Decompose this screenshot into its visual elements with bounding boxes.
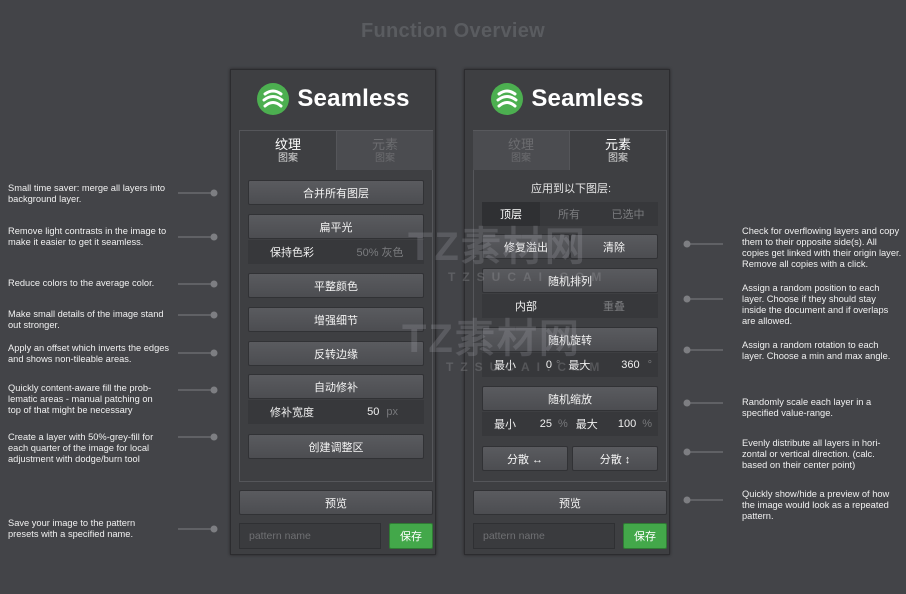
scale-max-value[interactable]: 100 — [618, 418, 636, 430]
scope-selected[interactable]: 已选中 — [598, 202, 658, 226]
tab-sublabel: 图案 — [608, 153, 628, 164]
create-adjust-button[interactable]: 创建调整区 — [248, 434, 424, 459]
logo: Seamless — [231, 82, 435, 116]
tab-sublabel: 图案 — [278, 153, 298, 164]
note-flatten: Remove light contrasts in the image to m… — [8, 226, 167, 247]
rot-max-value[interactable]: 360 — [621, 359, 639, 371]
brand-name: Seamless — [531, 85, 644, 112]
scale-min-value[interactable]: 25 — [534, 418, 552, 430]
tab-label: 元素 — [371, 137, 398, 152]
patch-width-label: 修补宽度 — [270, 407, 314, 419]
note-distribute: Evenly distribute all layers in hori-zon… — [742, 438, 881, 470]
watermark-subtext: TZSUCAI.COM — [446, 360, 607, 374]
note-random-scale: Randomly scale each layer in a specified… — [742, 397, 872, 418]
pattern-name-input[interactable]: pattern name — [239, 523, 381, 549]
watermark-text: TZ素材网 — [408, 225, 587, 269]
save-button[interactable]: 保存 — [623, 523, 667, 549]
random-scale-button[interactable]: 随机缩放 — [482, 386, 658, 411]
seamless-logo-icon — [491, 83, 524, 115]
scale-max-label: 最大 — [575, 419, 598, 431]
mode-tabs: 纹理 图案 元素 图案 — [239, 130, 433, 170]
apply-to-label: 应用到以下图层: — [530, 183, 612, 195]
scale-max-unit: % — [642, 418, 652, 430]
keep-color-toggle[interactable]: 保持色彩 — [248, 244, 336, 260]
tab-label: 元素 — [604, 137, 631, 152]
rot-max-unit: ° — [647, 359, 652, 371]
invert-edges-button[interactable]: 反转边缘 — [248, 341, 424, 366]
tab-sublabel: 图案 — [511, 153, 531, 164]
note-random-rotation: Assign a random rotation to each layer. … — [742, 340, 891, 361]
tab-label: 纹理 — [274, 137, 301, 152]
distribute-vertical-button[interactable]: 分散 ↕ — [572, 446, 658, 471]
overview-canvas: Function Overview Small time saver: merg… — [0, 0, 906, 594]
seamless-logo-icon — [257, 83, 290, 115]
save-button[interactable]: 保存 — [389, 523, 433, 549]
tab-element[interactable]: 元素 图案 — [337, 130, 433, 170]
watermark-text: TZ素材网 — [402, 317, 581, 361]
scale-min-label: 最小 — [494, 419, 516, 431]
auto-patch-button[interactable]: 自动修补 — [248, 374, 424, 399]
note-enhance: Make small details of the image stand ou… — [8, 309, 164, 330]
distribute-horizontal-button[interactable]: 分散 ↔ — [482, 446, 568, 471]
merge-layers-button[interactable]: 合并所有图层 — [248, 180, 424, 205]
enhance-details-button[interactable]: 增强细节 — [248, 307, 424, 332]
tab-texture[interactable]: 纹理 图案 — [473, 130, 569, 170]
note-invert: Apply an offset which inverts the edges … — [8, 343, 170, 364]
mode-tabs: 纹理 图案 元素 图案 — [473, 130, 667, 170]
preview-button[interactable]: 预览 — [239, 490, 433, 515]
flatten-options: 保持色彩 50% 灰色 — [248, 240, 424, 264]
note-merge: Small time saver: merge all layers into … — [8, 183, 166, 204]
patch-width-value[interactable]: 50 — [367, 406, 379, 418]
overlap-toggle[interactable]: 重叠 — [570, 298, 658, 314]
patch-width-unit: px — [386, 406, 398, 418]
patch-width-row: 修补宽度 50 px — [248, 400, 424, 424]
tab-label: 纹理 — [507, 137, 534, 152]
note-preview: Quickly show/hide a preview of how the i… — [742, 489, 890, 521]
brand-name: Seamless — [297, 85, 410, 112]
tab-texture[interactable]: 纹理 图案 — [239, 130, 337, 170]
logo: Seamless — [465, 82, 669, 116]
even-color-button[interactable]: 平整颜色 — [248, 273, 424, 298]
scale-min-unit: % — [558, 418, 568, 430]
flatten-light-button[interactable]: 扁平光 — [248, 214, 424, 239]
note-random-position: Assign a random position to each layer. … — [742, 283, 889, 326]
note-save: Save your image to the pattern presets w… — [8, 518, 136, 539]
preview-button[interactable]: 预览 — [473, 490, 667, 515]
tab-sublabel: 图案 — [375, 153, 395, 164]
tab-element[interactable]: 元素 图案 — [569, 130, 667, 170]
watermark-subtext: TZSUCAI.COM — [448, 270, 609, 284]
note-autopatch: Quickly content-aware fill the prob-lema… — [8, 383, 153, 415]
note-adjust: Create a layer with 50%-grey-fill for ea… — [8, 432, 154, 464]
note-even-color: Reduce colors to the average color. — [8, 278, 155, 288]
scale-range: 最小 25 % 最大 100 % — [482, 412, 658, 436]
note-overflow: Check for overflowing layers and copy th… — [742, 226, 902, 269]
pattern-name-input[interactable]: pattern name — [473, 523, 615, 549]
